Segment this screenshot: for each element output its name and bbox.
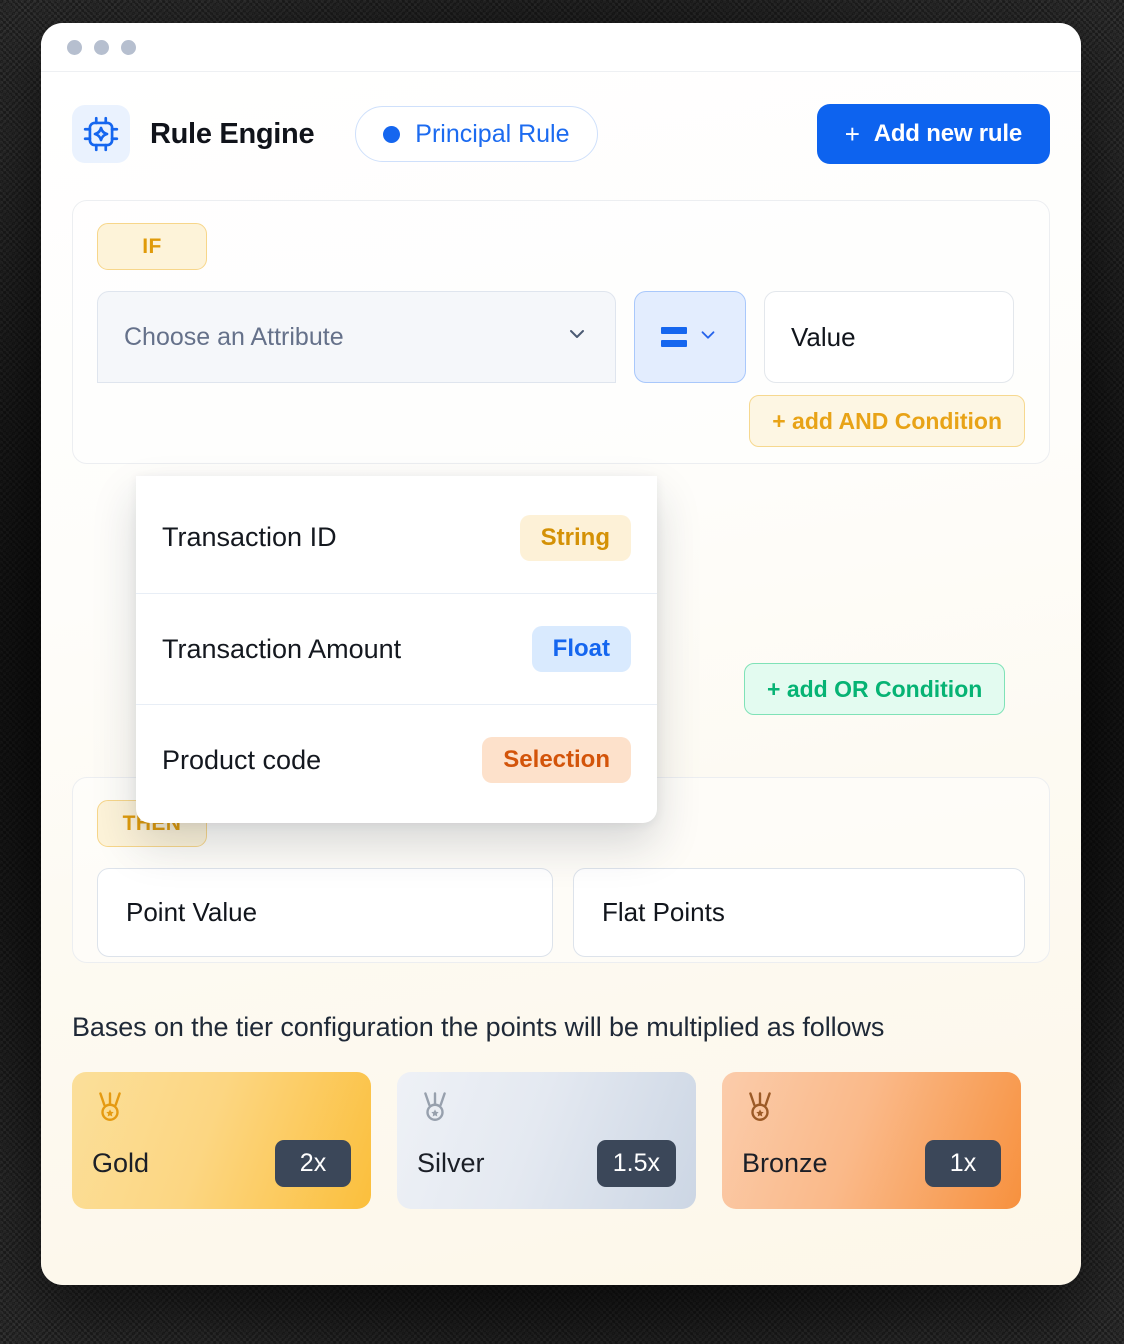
type-badge: Float bbox=[531, 626, 631, 672]
page-title: Rule Engine bbox=[150, 117, 315, 150]
tier-cards-row: Gold 2x Silver 1.5x Bronze 1x bbox=[72, 1072, 1050, 1209]
tier-name: Bronze bbox=[742, 1148, 828, 1178]
status-dot-icon bbox=[383, 125, 401, 143]
tier-card-bronze[interactable]: Bronze 1x bbox=[722, 1072, 1021, 1209]
tier-multiplier-badge: 1.5x bbox=[596, 1140, 676, 1187]
dropdown-option-label: Transaction Amount bbox=[162, 633, 402, 664]
value-input[interactable] bbox=[764, 291, 1014, 383]
dropdown-option-label: Product code bbox=[162, 744, 322, 775]
add-new-rule-button[interactable]: + Add new rule bbox=[816, 104, 1050, 164]
app-header: Rule Engine Principal Rule + Add new rul… bbox=[72, 104, 1050, 164]
chevron-down-icon bbox=[565, 322, 589, 353]
then-inputs-row bbox=[97, 868, 1025, 957]
tier-footer: Silver 1.5x bbox=[417, 1140, 676, 1187]
tier-configuration-note: Bases on the tier configuration the poin… bbox=[72, 1012, 885, 1042]
medal-icon bbox=[742, 1092, 778, 1129]
app-window: Rule Engine Principal Rule + Add new rul… bbox=[41, 23, 1081, 1285]
page-body: Rule Engine Principal Rule + Add new rul… bbox=[41, 72, 1081, 1285]
tier-footer: Gold 2x bbox=[92, 1140, 351, 1187]
point-value-input[interactable] bbox=[97, 868, 553, 957]
attribute-dropdown-panel: Transaction ID String Transaction Amount… bbox=[136, 476, 657, 823]
tier-name: Gold bbox=[92, 1148, 150, 1178]
cpu-sparkle-icon bbox=[72, 105, 130, 163]
flat-points-input[interactable] bbox=[573, 868, 1025, 957]
minimize-window-button[interactable] bbox=[94, 39, 109, 55]
tier-name: Silver bbox=[417, 1148, 485, 1178]
dropdown-option-transaction-id[interactable]: Transaction ID String bbox=[136, 482, 657, 593]
chevron-down-icon bbox=[697, 324, 719, 351]
type-badge: String bbox=[519, 514, 631, 561]
tier-card-gold[interactable]: Gold 2x bbox=[72, 1072, 371, 1209]
window-titlebar bbox=[41, 23, 1081, 72]
principal-rule-label: Principal Rule bbox=[415, 119, 570, 148]
add-or-condition-button[interactable]: + add OR Condition bbox=[744, 663, 1006, 715]
type-badge: Selection bbox=[482, 737, 631, 783]
add-and-condition-button[interactable]: + add AND Condition bbox=[749, 395, 1025, 447]
close-window-button[interactable] bbox=[67, 39, 82, 55]
medal-icon bbox=[417, 1092, 453, 1129]
dropdown-option-transaction-amount[interactable]: Transaction Amount Float bbox=[136, 593, 657, 704]
tier-multiplier-badge: 1x bbox=[925, 1140, 1001, 1187]
dropdown-option-product-code[interactable]: Product code Selection bbox=[136, 704, 657, 815]
add-new-rule-label: Add new rule bbox=[873, 120, 1022, 147]
tier-card-silver[interactable]: Silver 1.5x bbox=[397, 1072, 696, 1209]
maximize-window-button[interactable] bbox=[121, 39, 136, 55]
dropdown-option-label: Transaction ID bbox=[162, 522, 337, 552]
attribute-select[interactable]: Choose an Attribute bbox=[97, 291, 616, 383]
tier-footer: Bronze 1x bbox=[742, 1140, 1001, 1187]
attribute-select-placeholder: Choose an Attribute bbox=[124, 322, 344, 351]
condition-row: Choose an Attribute bbox=[97, 291, 1025, 383]
if-keyword-chip: IF bbox=[97, 223, 207, 270]
tier-multiplier-badge: 2x bbox=[275, 1140, 351, 1187]
if-condition-card: IF Choose an Attribute + add AND Condit bbox=[72, 200, 1050, 464]
operator-select[interactable] bbox=[634, 291, 746, 383]
principal-rule-pill[interactable]: Principal Rule bbox=[355, 106, 598, 162]
medal-icon bbox=[92, 1092, 128, 1129]
equals-icon bbox=[661, 327, 687, 347]
plus-icon: + bbox=[844, 118, 860, 149]
